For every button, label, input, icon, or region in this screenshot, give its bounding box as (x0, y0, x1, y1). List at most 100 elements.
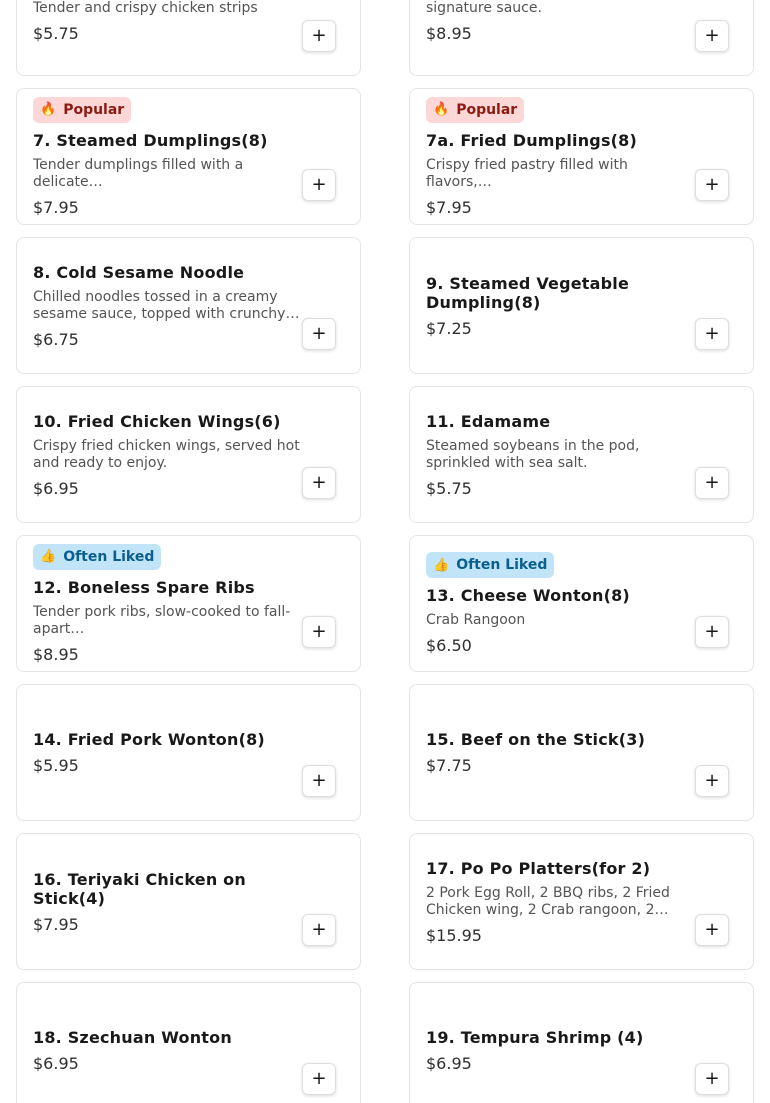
menu-item-card[interactable]: Tender pork ribs smothered in signature … (409, 0, 754, 76)
menu-item-name: 17. Po Po Platters(for 2) (426, 858, 651, 878)
menu-item-content: 16. Teriyaki Chicken on Stick(4) $7.95 (33, 834, 301, 969)
menu-item-description: Tender dumplings filled with a delicate… (33, 156, 244, 190)
menu-item-name: 7. Steamed Dumplings(8) (33, 130, 268, 150)
menu-item-name: 10. Fried Chicken Wings(6) (33, 411, 281, 431)
menu-item-price: $5.75 (33, 24, 79, 43)
add-to-cart-button[interactable]: + (302, 914, 336, 946)
menu-item-price: $15.95 (426, 925, 482, 945)
menu-item-card[interactable]: 8. Cold Sesame Noodle Chilled noodles tos… (16, 237, 361, 374)
menu-item-name: 16. Teriyaki Chicken on Stick(4) (33, 869, 246, 908)
badge-label: Often Liked (456, 557, 548, 573)
menu-item-description: Crab Rangoon (426, 612, 526, 628)
menu-item-card[interactable]: 17. Po Po Platters(for 2) 2 Pork Egg Roll… (409, 833, 754, 970)
thumbs-up-icon: 👍 (40, 549, 57, 564)
menu-item-description: Tender pork ribs smothered in signature … (426, 0, 542, 16)
menu-item-description: Crispy fried chicken wings, served hot a… (33, 437, 300, 471)
menu-item-content: Tender and crispy chicken strips $5.75 (33, 0, 301, 75)
menu-item-card[interactable]: 15. Beef on the Stick(3) $7.75 + (409, 684, 754, 821)
plus-icon: + (311, 1068, 327, 1089)
menu-item-price: $6.95 (33, 1054, 79, 1073)
add-to-cart-button[interactable]: + (695, 318, 729, 350)
menu-item-description: Tender pork ribs, slow-cooked to fall-ap… (33, 603, 291, 637)
often-liked-badge: 👍 Often Liked (33, 543, 162, 570)
menu-item-name: 18. Szechuan Wonton (33, 1028, 232, 1047)
menu-item-card[interactable]: 👍 Often Liked 12. Boneless Spare Ribs Tende… (16, 535, 361, 672)
add-to-cart-button[interactable]: + (302, 765, 336, 797)
menu-item-card[interactable]: 19. Tempura Shrimp (4) $6.95 + (409, 982, 754, 1103)
plus-icon: + (311, 174, 327, 195)
add-to-cart-button[interactable]: + (695, 1063, 729, 1095)
menu-item-card[interactable]: 🔥 Popular 7a. Fried Dumplings(8) Crispy fri… (409, 88, 754, 225)
add-to-cart-button[interactable]: + (302, 616, 336, 648)
menu-item-description: Steamed soybeans in the pod, sprinkled w… (426, 437, 640, 471)
menu-item-card[interactable]: 10. Fried Chicken Wings(6) Crispy fried c… (16, 386, 361, 523)
menu-item-content: 👍 Often Liked 12. Boneless Spare Ribs Tende… (33, 536, 301, 671)
menu-item-content: 10. Fried Chicken Wings(6) Crispy fried c… (33, 387, 301, 522)
menu-item-price: $6.50 (426, 636, 472, 655)
menu-item-card[interactable]: 🔥 Popular 7. Steamed Dumplings(8) Tender du… (16, 88, 361, 225)
menu-item-description: 2 Pork Egg Roll, 2 BBQ ribs, 2 Fried Chi… (426, 884, 670, 918)
menu-item-card[interactable]: 14. Fried Pork Wonton(8) $5.95 + (16, 684, 361, 821)
menu-item-card[interactable]: 11. Edamame Steamed soybeans in the pod, … (409, 386, 754, 523)
add-to-cart-button[interactable]: + (695, 20, 729, 52)
menu-item-content: 15. Beef on the Stick(3) $7.75 (426, 685, 694, 820)
menu-item-price: $6.95 (33, 478, 79, 498)
add-to-cart-button[interactable]: + (695, 914, 729, 946)
add-to-cart-button[interactable]: + (695, 616, 729, 648)
menu-item-content: 14. Fried Pork Wonton(8) $5.95 (33, 685, 301, 820)
menu-item-name: 8. Cold Sesame Noodle (33, 262, 245, 282)
add-to-cart-button[interactable]: + (302, 169, 336, 201)
plus-icon: + (704, 770, 720, 791)
plus-icon: + (704, 174, 720, 195)
menu-item-price: $5.75 (426, 478, 472, 498)
menu-item-card[interactable]: 9. Steamed Vegetable Dumpling(8) $7.25 + (409, 237, 754, 374)
plus-icon: + (704, 621, 720, 642)
menu-item-content: 8. Cold Sesame Noodle Chilled noodles tos… (33, 238, 301, 373)
menu-item-price: $8.95 (426, 24, 472, 43)
add-to-cart-button[interactable]: + (695, 467, 729, 499)
menu-item-price: $6.95 (426, 1054, 472, 1073)
add-to-cart-button[interactable]: + (302, 1063, 336, 1095)
menu-item-price: $7.95 (33, 914, 79, 934)
plus-icon: + (704, 1068, 720, 1089)
menu-item-name: 7a. Fried Dumplings(8) (426, 130, 638, 150)
add-to-cart-button[interactable]: + (302, 20, 336, 52)
menu-item-card[interactable]: Tender and crispy chicken strips $5.75 + (16, 0, 361, 76)
menu-item-card[interactable]: 👍 Often Liked 13. Cheese Wonton(8) Crab Ran… (409, 535, 754, 672)
menu-item-card[interactable]: 18. Szechuan Wonton $6.95 + (16, 982, 361, 1103)
add-to-cart-button[interactable]: + (695, 765, 729, 797)
menu-item-description: Chilled noodles tossed in a creamy sesam… (33, 288, 286, 322)
menu-item-name: 19. Tempura Shrimp (4) (426, 1028, 644, 1047)
menu-item-card[interactable]: 16. Teriyaki Chicken on Stick(4) $7.95 + (16, 833, 361, 970)
menu-item-name: 14. Fried Pork Wonton(8) (33, 730, 265, 749)
thumbs-up-icon: 👍 (433, 557, 450, 573)
menu-item-content: Tender pork ribs smothered in signature … (426, 0, 694, 75)
badge-label: Often Liked (63, 548, 155, 565)
badge-label: Popular (63, 101, 125, 118)
plus-icon: + (704, 323, 720, 344)
menu-item-content: 11. Edamame Steamed soybeans in the pod, … (426, 387, 694, 522)
menu-item-price: $6.75 (33, 329, 79, 349)
add-to-cart-button[interactable]: + (302, 318, 336, 350)
menu-item-name: 9. Steamed Vegetable Dumpling(8) (426, 273, 630, 312)
flame-icon: 🔥 (40, 102, 57, 117)
flame-icon: 🔥 (433, 102, 450, 117)
popular-badge: 🔥 Popular (33, 96, 132, 123)
add-to-cart-button[interactable]: + (695, 169, 729, 201)
often-liked-badge: 👍 Often Liked (426, 552, 555, 578)
menu-item-content: 17. Po Po Platters(for 2) 2 Pork Egg Roll… (426, 834, 694, 969)
plus-icon: + (704, 472, 720, 493)
plus-icon: + (704, 25, 720, 46)
menu-item-price: $8.95 (33, 644, 79, 664)
plus-icon: + (311, 621, 327, 642)
menu-item-content: 🔥 Popular 7a. Fried Dumplings(8) Crispy fri… (426, 89, 694, 224)
menu-item-content: 19. Tempura Shrimp (4) $6.95 (426, 983, 694, 1103)
menu-item-price: $7.95 (426, 197, 472, 217)
menu-item-description: Tender and crispy chicken strips (33, 0, 258, 16)
plus-icon: + (311, 919, 327, 940)
menu-item-content: 9. Steamed Vegetable Dumpling(8) $7.25 (426, 238, 694, 373)
add-to-cart-button[interactable]: + (302, 467, 336, 499)
menu-item-content: 18. Szechuan Wonton $6.95 (33, 983, 301, 1103)
menu-item-name: 15. Beef on the Stick(3) (426, 730, 646, 749)
menu-item-description: Crispy fried pastry filled with flavors,… (426, 156, 628, 190)
